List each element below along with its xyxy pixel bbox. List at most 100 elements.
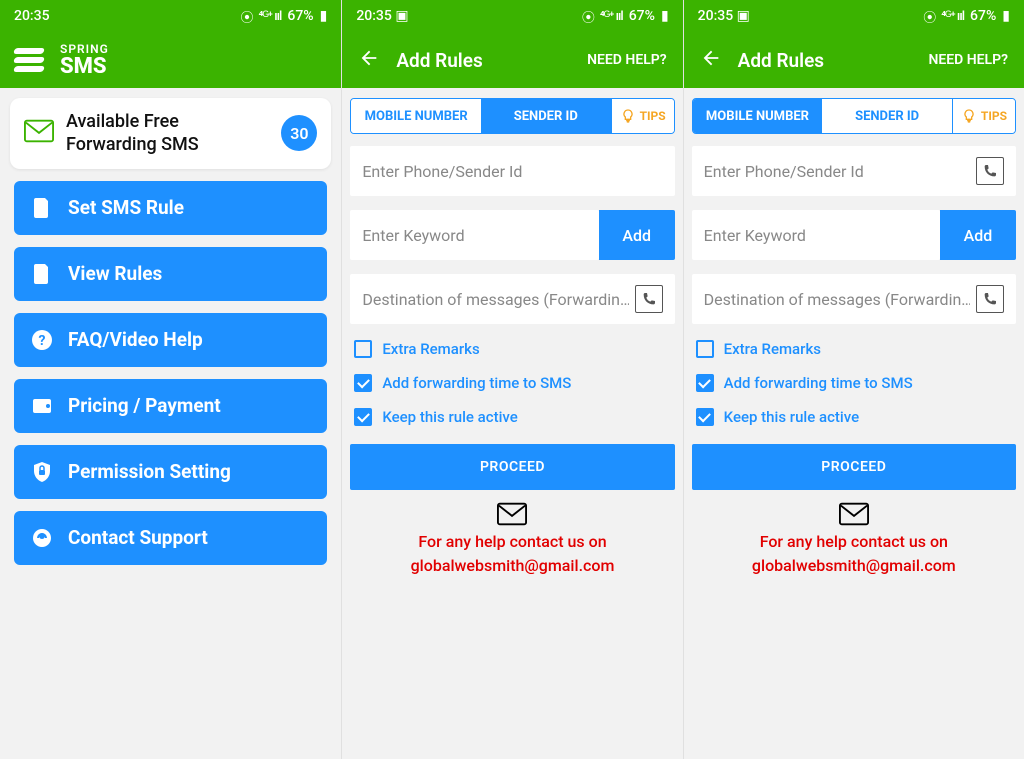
tips-button[interactable]: TIPS: [611, 99, 674, 133]
help-contact-block: For any help contact us on globalwebsmit…: [692, 502, 1016, 578]
menu-permission[interactable]: Permission Setting: [14, 445, 327, 499]
back-button[interactable]: [700, 47, 722, 73]
checkbox-label: Add forwarding time to SMS: [724, 374, 913, 392]
help-line1: For any help contact us on: [692, 530, 1016, 554]
phone-sender-field[interactable]: [692, 146, 1016, 196]
menu-list: Set SMS Rule View Rules ? FAQ/Video Help…: [0, 181, 341, 565]
menu-label: View Rules: [68, 262, 162, 285]
network-icon: ⁴ᴳ⁺ ııl: [259, 8, 282, 24]
add-keyword-button[interactable]: Add: [940, 210, 1016, 260]
checkbox-extra-remarks[interactable]: Extra Remarks: [692, 340, 1016, 358]
mail-icon: [24, 118, 54, 148]
app-bar: Add Rules NEED HELP?: [684, 32, 1024, 88]
status-time: 20:35 ▣: [356, 8, 408, 24]
destination-field[interactable]: [350, 274, 674, 324]
pricing-icon: [30, 394, 54, 418]
brand-header: SPRING SMS: [0, 32, 341, 88]
screen-add-rules-mobile: 20:35 ▣ ⦿ ⁴ᴳ⁺ ııl 67% ▮ Add Rules NEED H…: [341, 0, 682, 759]
checkbox-label: Keep this rule active: [724, 408, 859, 426]
proceed-button[interactable]: PROCEED: [692, 444, 1016, 490]
checkbox-add-time[interactable]: Add forwarding time to SMS: [350, 374, 674, 392]
proceed-button[interactable]: PROCEED: [350, 444, 674, 490]
menu-contact-support[interactable]: Contact Support: [14, 511, 327, 565]
wifi-icon: ⦿: [241, 7, 253, 26]
keyword-field[interactable]: [350, 210, 598, 260]
help-line1: For any help contact us on: [350, 530, 674, 554]
tab-row: MOBILE NUMBER SENDER ID TIPS: [692, 98, 1016, 134]
menu-label: Set SMS Rule: [68, 196, 184, 219]
tips-label: TIPS: [981, 109, 1007, 123]
mail-icon: [839, 502, 869, 526]
page-title: Add Rules: [738, 49, 913, 72]
menu-faq[interactable]: ? FAQ/Video Help: [14, 313, 327, 367]
destination-input[interactable]: [362, 290, 628, 309]
status-right: ⦿ ⁴ᴳ⁺ ııl 67% ▮: [582, 7, 669, 26]
checkbox-label: Extra Remarks: [724, 340, 821, 358]
contacts-picker-button[interactable]: [635, 285, 663, 313]
list-icon: [30, 262, 54, 286]
phone-sender-field[interactable]: [350, 146, 674, 196]
status-time: 20:35 ▣: [698, 8, 750, 24]
page-title: Add Rules: [396, 49, 571, 72]
contacts-picker-button[interactable]: [976, 285, 1004, 313]
status-bar: 20:35 ▣ ⦿ ⁴ᴳ⁺ ııl 67% ▮: [684, 0, 1024, 32]
help-email[interactable]: globalwebsmith@gmail.com: [692, 554, 1016, 578]
bulb-icon: [620, 108, 636, 124]
gallery-icon: ▣: [395, 8, 408, 24]
checkbox-add-time[interactable]: Add forwarding time to SMS: [692, 374, 1016, 392]
status-right: ⦿ ⁴ᴳ⁺ ııl 67% ▮: [241, 7, 328, 26]
phone-sender-input[interactable]: [704, 162, 970, 181]
tips-label: TIPS: [640, 109, 666, 123]
brand-line2: SMS: [60, 56, 109, 78]
back-button[interactable]: [358, 47, 380, 73]
support-icon: [30, 526, 54, 550]
battery-pct: 67%: [629, 8, 655, 24]
checkbox-extra-remarks[interactable]: Extra Remarks: [350, 340, 674, 358]
keyword-field[interactable]: [692, 210, 940, 260]
phone-icon: [641, 291, 657, 307]
battery-icon: ▮: [320, 8, 328, 24]
checkbox-checked-icon: [354, 408, 372, 426]
tab-mobile-number[interactable]: MOBILE NUMBER: [351, 99, 481, 133]
phone-sender-input[interactable]: [362, 162, 662, 181]
menu-label: FAQ/Video Help: [68, 328, 203, 351]
keyword-input[interactable]: [704, 226, 928, 245]
status-right: ⦿ ⁴ᴳ⁺ ııl 67% ▮: [923, 7, 1010, 26]
battery-pct: 67%: [970, 8, 996, 24]
contacts-picker-button[interactable]: [976, 157, 1004, 185]
free-sms-card[interactable]: Available Free Forwarding SMS 30: [10, 98, 331, 169]
keyword-input[interactable]: [362, 226, 586, 245]
menu-label: Contact Support: [68, 526, 208, 549]
battery-icon: ▮: [661, 8, 669, 24]
tab-mobile-number[interactable]: MOBILE NUMBER: [693, 99, 823, 133]
checkbox-keep-active[interactable]: Keep this rule active: [692, 408, 1016, 426]
need-help-button[interactable]: NEED HELP?: [587, 52, 667, 68]
checkbox-label: Keep this rule active: [382, 408, 517, 426]
mail-icon: [497, 502, 527, 526]
status-bar: 20:35 ⦿ ⁴ᴳ⁺ ııl 67% ▮: [0, 0, 341, 32]
help-contact-block: For any help contact us on globalwebsmit…: [350, 502, 674, 578]
destination-field[interactable]: [692, 274, 1016, 324]
need-help-button[interactable]: NEED HELP?: [928, 52, 1008, 68]
free-sms-label: Available Free Forwarding SMS: [66, 110, 269, 157]
checkbox-keep-active[interactable]: Keep this rule active: [350, 408, 674, 426]
tab-sender-id[interactable]: SENDER ID: [822, 99, 952, 133]
network-icon: ⁴ᴳ⁺ ııl: [941, 8, 964, 24]
rule-icon: [30, 196, 54, 220]
screen-home: 20:35 ⦿ ⁴ᴳ⁺ ııl 67% ▮ SPRING SMS Availab…: [0, 0, 341, 759]
menu-view-rules[interactable]: View Rules: [14, 247, 327, 301]
battery-pct: 67%: [287, 8, 313, 24]
tab-sender-id[interactable]: SENDER ID: [481, 99, 611, 133]
phone-icon: [982, 291, 998, 307]
destination-input[interactable]: [704, 290, 970, 309]
menu-pricing[interactable]: Pricing / Payment: [14, 379, 327, 433]
wifi-icon: ⦿: [923, 7, 935, 26]
free-sms-count: 30: [281, 115, 317, 151]
help-email[interactable]: globalwebsmith@gmail.com: [350, 554, 674, 578]
tips-button[interactable]: TIPS: [952, 99, 1015, 133]
wifi-icon: ⦿: [582, 7, 594, 26]
checkbox-icon: [696, 340, 714, 358]
menu-set-sms-rule[interactable]: Set SMS Rule: [14, 181, 327, 235]
screen-add-rules-sender: 20:35 ▣ ⦿ ⁴ᴳ⁺ ııl 67% ▮ Add Rules NEED H…: [683, 0, 1024, 759]
add-keyword-button[interactable]: Add: [599, 210, 675, 260]
